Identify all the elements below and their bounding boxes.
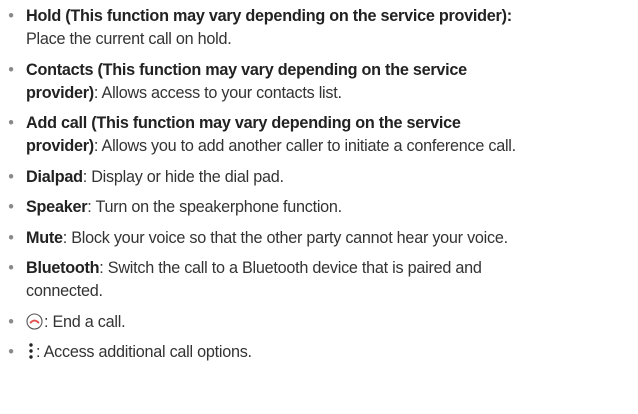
bullet-dot: •: [8, 114, 14, 132]
term-dialpad: Dialpad: [26, 167, 83, 186]
list-item-bluetooth: • Bluetooth: Switch the call to a Blueto…: [6, 257, 638, 303]
term-add-call-line1: Add call (This function may vary dependi…: [26, 114, 461, 132]
list-item-speaker: • Speaker: Turn on the speakerphone func…: [6, 196, 638, 219]
desc-mute: : Block your voice so that the other par…: [62, 228, 508, 247]
list-item-hold: • Hold (This function may vary depending…: [6, 5, 638, 51]
bullet-dot: •: [8, 198, 14, 216]
term-add-call-line2: provider): [26, 137, 94, 155]
term-mute: Mute: [26, 228, 63, 247]
term-contacts-line2: provider): [26, 83, 94, 102]
desc-bluetooth-line2: connected.: [26, 282, 103, 300]
list-item-mute: • Mute: Block your voice so that the oth…: [6, 227, 638, 250]
desc-add-call: Allows you to add another caller to init…: [98, 137, 517, 155]
desc-contacts: Allows access to your contacts list.: [98, 83, 342, 102]
bullet-dot: •: [8, 343, 14, 361]
end-call-icon: [26, 312, 43, 330]
list-item-add-call: • Add call (This function may vary depen…: [6, 112, 638, 158]
bullet-dot: •: [8, 259, 14, 277]
desc-end-call: : End a call.: [44, 312, 126, 331]
more-options-icon: [26, 342, 36, 360]
call-options-document: • Hold (This function may vary depending…: [0, 0, 638, 414]
list-item-more-options: • : Access additional call options.: [6, 341, 638, 364]
term-separator: :: [506, 7, 512, 25]
bullet-dot: •: [8, 60, 14, 79]
desc-bluetooth-line1: : Switch the call to a Bluetooth device …: [99, 259, 482, 277]
bullet-dot: •: [8, 228, 14, 247]
call-options-list: • Hold (This function may vary depending…: [6, 5, 638, 364]
bullet-dot: •: [8, 7, 14, 25]
desc-speaker: : Turn on the speakerphone function.: [87, 198, 342, 216]
list-item-dialpad: • Dialpad: Display or hide the dial pad.: [6, 166, 638, 189]
desc-more-options: : Access additional call options.: [36, 343, 252, 361]
term-speaker: Speaker: [26, 198, 88, 216]
list-item-contacts: • Contacts (This function may vary depen…: [6, 59, 638, 105]
bullet-dot: •: [8, 167, 14, 186]
term-bluetooth: Bluetooth: [26, 259, 100, 277]
term-contacts-line1: Contacts (This function may vary dependi…: [26, 60, 467, 79]
desc-hold: Place the current call on hold.: [26, 30, 232, 48]
term-hold: Hold (This function may vary depending o…: [26, 7, 507, 25]
desc-dialpad: : Display or hide the dial pad.: [82, 167, 284, 186]
bullet-dot: •: [8, 312, 14, 331]
list-item-end-call: • : End a call.: [6, 311, 638, 334]
